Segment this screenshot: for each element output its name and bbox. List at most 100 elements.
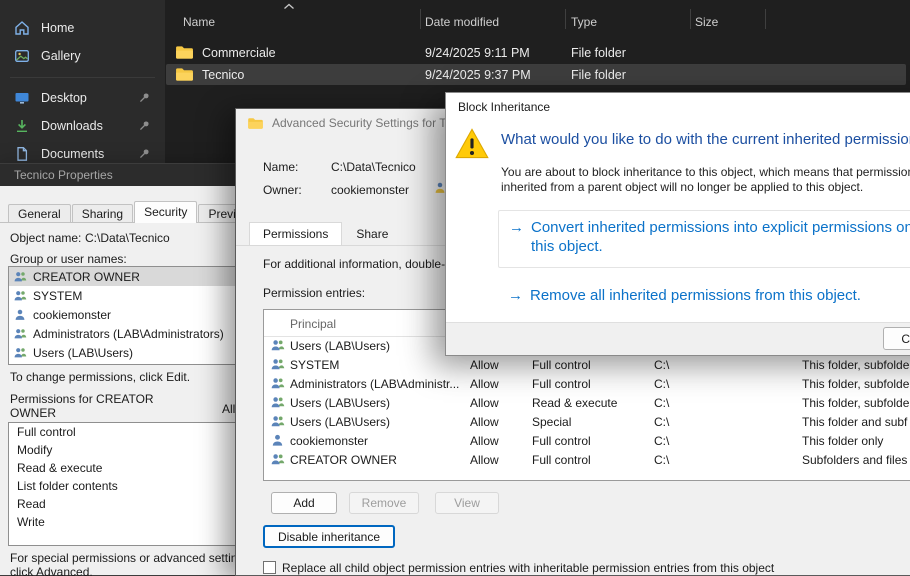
column-header-type[interactable]: Type xyxy=(571,15,597,29)
column-header-date-modified[interactable]: Date modified xyxy=(425,15,499,29)
group-name: SYSTEM xyxy=(33,289,82,303)
entry-principal: SYSTEM xyxy=(290,358,339,372)
command-link-arrow-icon: → xyxy=(509,219,524,236)
entry-type: Allow xyxy=(470,415,499,429)
tab-share[interactable]: Share xyxy=(342,222,402,246)
name-label: Name: xyxy=(263,160,298,174)
group-icon xyxy=(13,270,27,284)
entry-inherited-from: C:\ xyxy=(654,453,669,467)
group-icon xyxy=(270,357,285,372)
permission-entry-row[interactable]: Administrators (LAB\Administr... Allow F… xyxy=(264,374,910,393)
sidebar-item-label: Home xyxy=(41,21,74,35)
group-name: CREATOR OWNER xyxy=(33,270,140,284)
entry-type: Allow xyxy=(470,377,499,391)
cancel-button[interactable]: Cancel xyxy=(883,327,910,350)
column-divider[interactable] xyxy=(765,9,766,29)
permission-entry-row[interactable]: Users (LAB\Users) Allow Read & execute C… xyxy=(264,393,910,412)
user-icon xyxy=(270,433,285,448)
entry-principal: Users (LAB\Users) xyxy=(290,339,390,353)
file-name: Tecnico xyxy=(202,68,244,82)
owner-value: cookiemonster xyxy=(331,183,409,197)
permission-name: Full control xyxy=(17,425,76,439)
user-icon xyxy=(13,308,27,322)
block-title-bar[interactable]: Block Inheritance xyxy=(446,93,910,120)
file-date-modified: 9/24/2025 9:37 PM xyxy=(425,68,531,82)
column-header-name[interactable]: Name xyxy=(183,15,215,29)
disable-inheritance-button[interactable]: Disable inheritance xyxy=(263,525,395,548)
permission-name: Read xyxy=(17,497,46,511)
group-name: Administrators (LAB\Administrators) xyxy=(33,327,224,341)
sidebar-item-desktop[interactable]: Desktop xyxy=(5,84,160,111)
file-row-commerciale[interactable]: Commerciale 9/24/2025 9:11 PM File folde… xyxy=(166,42,906,63)
convert-permissions-command-link[interactable]: → Convert inherited permissions into exp… xyxy=(498,210,910,268)
edit-note: To change permissions, click Edit. xyxy=(10,370,190,384)
entry-access: Full control xyxy=(532,377,591,391)
group-name: Users (LAB\Users) xyxy=(33,346,133,360)
object-name-label: Object name: xyxy=(10,231,81,245)
sort-ascending-icon xyxy=(283,3,295,10)
entry-inherited-from: C:\ xyxy=(654,396,669,410)
group-icon xyxy=(270,376,285,391)
entry-applies-to: Subfolders and files xyxy=(802,453,907,467)
owner-label: Owner: xyxy=(263,183,302,197)
column-header-size[interactable]: Size xyxy=(695,15,718,29)
permissions-for-label: Permissions for CREATOR OWNER xyxy=(10,392,160,420)
sidebar-item-downloads[interactable]: Downloads xyxy=(5,112,160,139)
file-date-modified: 9/24/2025 9:11 PM xyxy=(425,46,530,60)
file-type: File folder xyxy=(571,46,626,60)
block-body-text: You are about to block inheritance to th… xyxy=(501,165,910,195)
view-button[interactable]: View xyxy=(435,492,499,514)
entry-access: Special xyxy=(532,415,571,429)
tab-sharing[interactable]: Sharing xyxy=(72,204,133,223)
entry-principal: cookiemonster xyxy=(290,434,368,448)
sidebar-item-gallery[interactable]: Gallery xyxy=(5,42,160,69)
file-row-tecnico[interactable]: Tecnico 9/24/2025 9:37 PM File folder xyxy=(166,64,906,85)
entry-principal: CREATOR OWNER xyxy=(290,453,397,467)
entry-type: Allow xyxy=(470,396,499,410)
folder-icon xyxy=(247,117,264,130)
permission-entries-label: Permission entries: xyxy=(263,286,365,300)
tab-permissions[interactable]: Permissions xyxy=(249,222,342,246)
column-divider[interactable] xyxy=(420,9,421,29)
column-divider[interactable] xyxy=(565,9,566,29)
entry-inherited-from: C:\ xyxy=(654,377,669,391)
entry-inherited-from: C:\ xyxy=(654,358,669,372)
sidebar-divider xyxy=(10,77,155,78)
replace-permissions-checkbox[interactable] xyxy=(263,561,276,574)
block-dialog-footer: Cancel xyxy=(446,322,910,355)
group-icon xyxy=(13,327,27,341)
column-divider[interactable] xyxy=(690,9,691,29)
group-icon xyxy=(13,346,27,360)
permission-entry-row[interactable]: CREATOR OWNER Allow Full control C:\ Sub… xyxy=(264,450,910,469)
warning-icon xyxy=(454,127,490,161)
entry-principal: Users (LAB\Users) xyxy=(290,396,390,410)
properties-title: Tecnico Properties xyxy=(14,168,113,182)
sidebar-item-label: Downloads xyxy=(41,119,103,133)
add-button[interactable]: Add xyxy=(271,492,337,514)
tab-security[interactable]: Security xyxy=(134,201,197,223)
folder-icon xyxy=(175,67,194,82)
entry-type: Allow xyxy=(470,358,499,372)
entry-access: Full control xyxy=(532,358,591,372)
permission-entry-row[interactable]: Users (LAB\Users) Allow Special C:\ This… xyxy=(264,412,910,431)
group-icon xyxy=(13,289,27,303)
remove-permissions-command-link[interactable]: Remove all inherited permissions from th… xyxy=(530,287,861,304)
permission-entry-row[interactable]: SYSTEM Allow Full control C:\ This folde… xyxy=(264,355,910,374)
group-icon xyxy=(270,414,285,429)
remove-button[interactable]: Remove xyxy=(349,492,419,514)
sidebar-item-home[interactable]: Home xyxy=(5,14,160,41)
entry-applies-to: This folder, subfolde xyxy=(802,396,909,410)
command-link-arrow-icon: → xyxy=(508,287,523,304)
screen: Home Gallery Desktop Downloads Documents xyxy=(0,0,910,576)
pin-icon xyxy=(138,147,151,160)
tab-general[interactable]: General xyxy=(8,204,71,223)
group-or-user-names-label: Group or user names: xyxy=(10,252,127,266)
pin-icon xyxy=(138,91,151,104)
sidebar-item-label: Documents xyxy=(41,147,104,161)
permission-entry-row[interactable]: cookiemonster Allow Full control C:\ Thi… xyxy=(264,431,910,450)
convert-option-line2: this object. xyxy=(531,238,603,255)
principal-column-header[interactable]: Principal xyxy=(290,317,336,331)
entry-type: Allow xyxy=(470,453,499,467)
file-type: File folder xyxy=(571,68,626,82)
permission-name: Read & execute xyxy=(17,461,102,475)
